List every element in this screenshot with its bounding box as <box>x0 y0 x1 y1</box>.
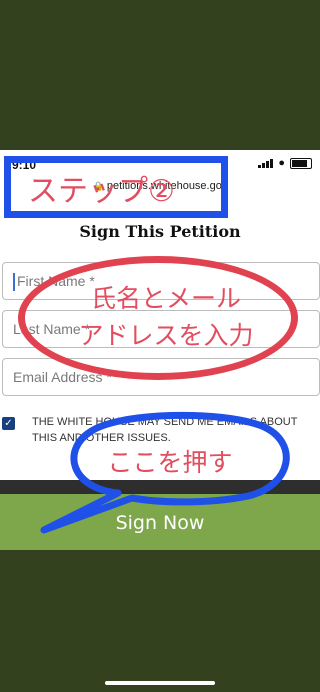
page-title: Sign This Petition <box>79 222 241 241</box>
press-here-annotation-text: ここを押す <box>107 448 233 477</box>
name-email-annotation-line2: アドレスを入力 <box>78 321 254 350</box>
wifi-icon: ● <box>278 157 285 169</box>
step-annotation-label: ステップ② <box>28 174 175 209</box>
status-icons: ● <box>258 157 312 169</box>
sign-now-button[interactable]: Sign Now <box>0 494 320 550</box>
divider-band <box>0 480 320 494</box>
cellular-signal-icon <box>258 158 274 168</box>
name-email-annotation-line1: 氏名とメール <box>90 284 241 313</box>
text-cursor <box>13 273 15 291</box>
battery-icon <box>290 157 312 169</box>
home-indicator <box>105 681 215 685</box>
name-email-annotation-text: 氏名とメール アドレスを入力 <box>56 280 276 354</box>
consent-text: THE WHITE HOUSE MAY SEND ME EMAILS ABOUT… <box>32 416 298 444</box>
consent-checkbox[interactable]: ✓ <box>2 417 15 430</box>
